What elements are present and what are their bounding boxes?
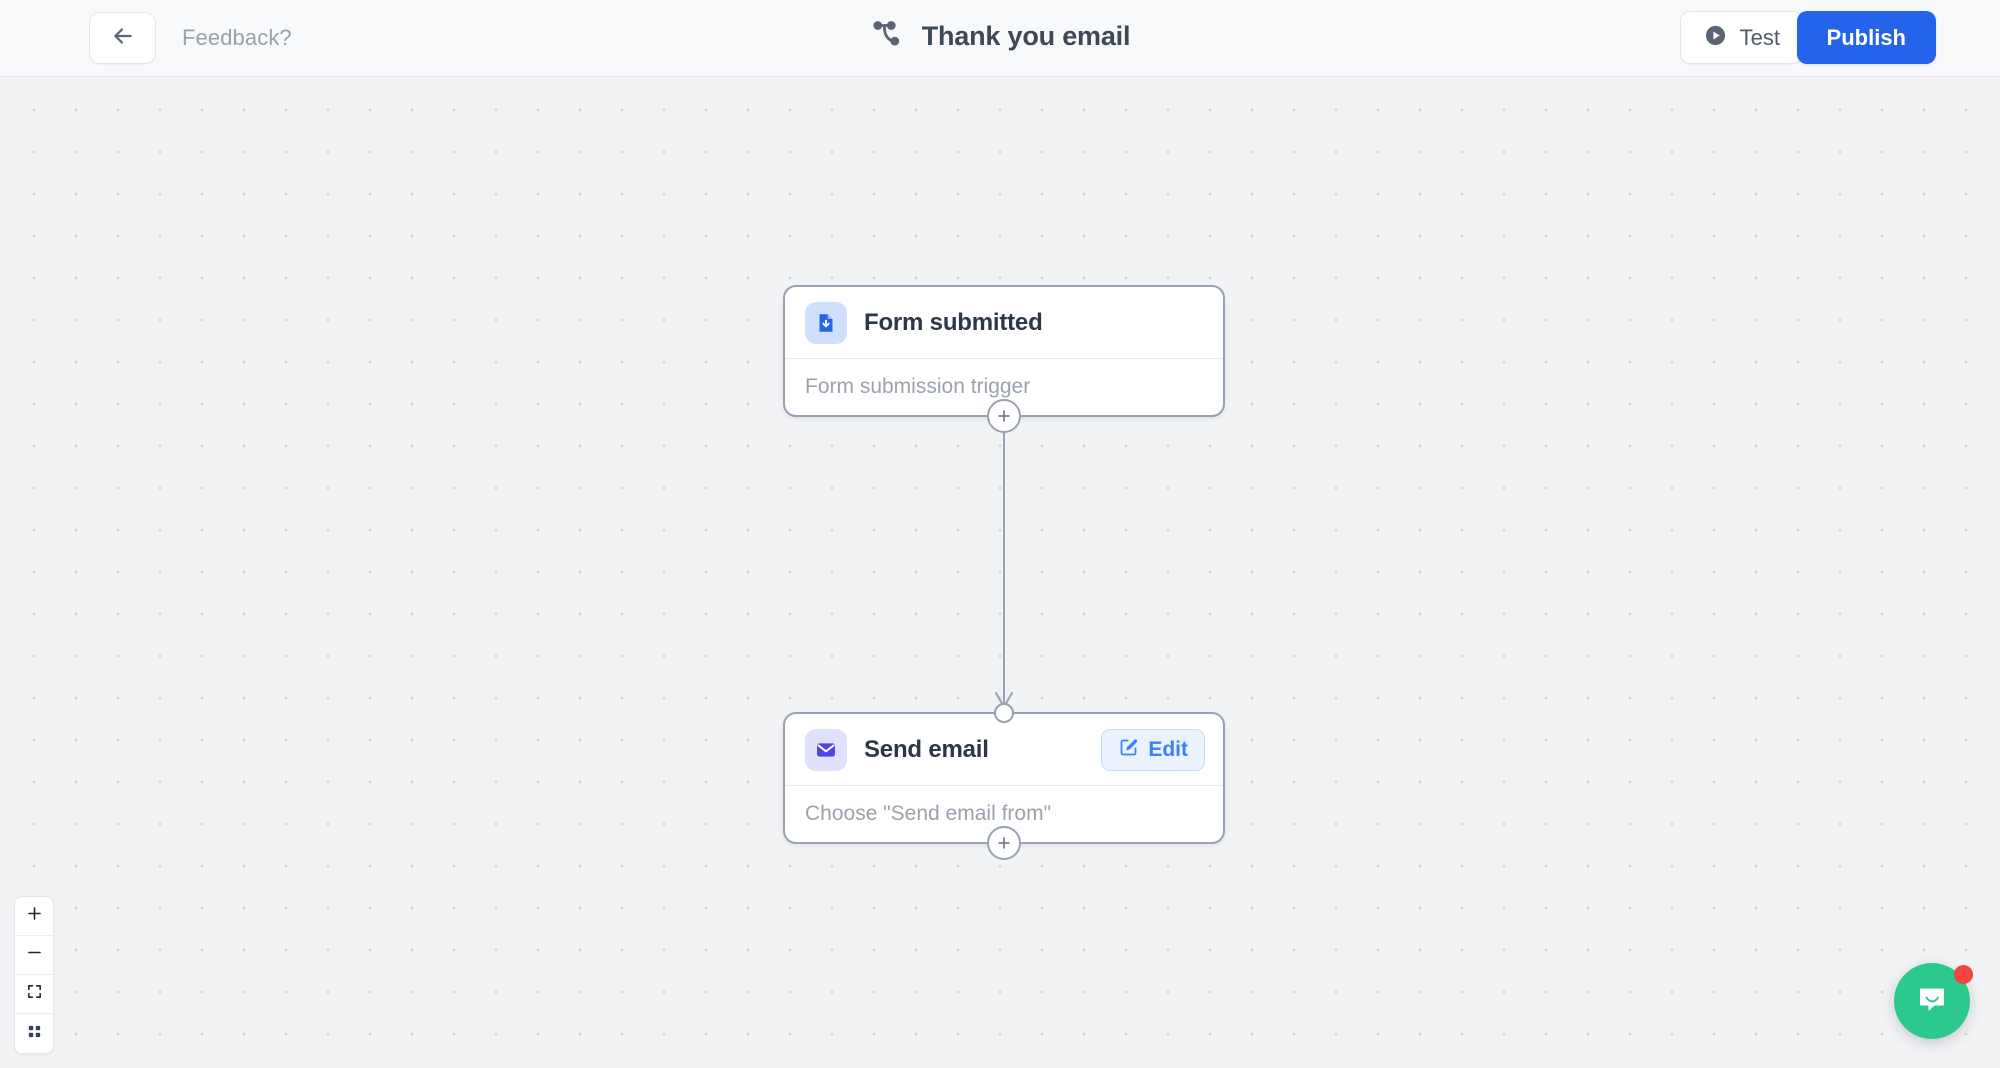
zoom-out-button[interactable] bbox=[15, 936, 53, 975]
plus-icon bbox=[25, 904, 44, 928]
app-header: Feedback? Thank you email Test Publish bbox=[0, 0, 2000, 77]
add-step-button-after-send-email[interactable] bbox=[987, 826, 1021, 860]
chat-bubble-smile-icon bbox=[1912, 979, 1952, 1024]
minus-icon bbox=[25, 943, 44, 967]
edit-button-label: Edit bbox=[1148, 737, 1188, 761]
pencil-square-icon bbox=[1118, 737, 1139, 763]
form-download-icon bbox=[805, 301, 847, 344]
node-header: Send email Edit bbox=[785, 714, 1223, 786]
node-header: Form submitted bbox=[785, 287, 1223, 359]
node-connector bbox=[995, 353, 1013, 709]
node-title: Send email bbox=[864, 735, 989, 763]
chat-unread-badge bbox=[1954, 965, 1973, 984]
toggle-grid-button[interactable] bbox=[15, 1014, 53, 1053]
grid-dots-icon bbox=[26, 1023, 43, 1045]
node-title: Form submitted bbox=[864, 308, 1043, 336]
page-title: Thank you email bbox=[921, 21, 1131, 51]
publish-button[interactable]: Publish bbox=[1796, 11, 1936, 64]
envelope-icon bbox=[805, 728, 847, 771]
back-button[interactable] bbox=[89, 12, 156, 64]
fit-screen-icon bbox=[26, 983, 43, 1005]
test-button-label: Test bbox=[1739, 24, 1780, 50]
edit-button[interactable]: Edit bbox=[1101, 728, 1205, 771]
node-input-port[interactable] bbox=[994, 703, 1014, 723]
workflow-canvas[interactable]: Form submitted Form submission trigger S… bbox=[0, 77, 2000, 1068]
canvas-zoom-controls bbox=[14, 896, 54, 1054]
workflow-node-form-submitted[interactable]: Form submitted Form submission trigger bbox=[783, 285, 1225, 433]
publish-button-label: Publish bbox=[1826, 24, 1906, 50]
workflow-node-send-email[interactable]: Send email Edit Choose "Send email from" bbox=[783, 703, 1225, 860]
zoom-in-button[interactable] bbox=[15, 897, 53, 936]
add-step-button-after-form-submitted[interactable] bbox=[987, 399, 1021, 433]
workflow-branch-icon bbox=[870, 17, 904, 56]
feedback-link[interactable]: Feedback? bbox=[182, 25, 292, 51]
arrow-left-icon bbox=[110, 23, 136, 54]
test-button[interactable]: Test bbox=[1679, 11, 1803, 64]
fit-to-screen-button[interactable] bbox=[15, 975, 53, 1014]
play-circle-icon bbox=[1703, 23, 1728, 53]
